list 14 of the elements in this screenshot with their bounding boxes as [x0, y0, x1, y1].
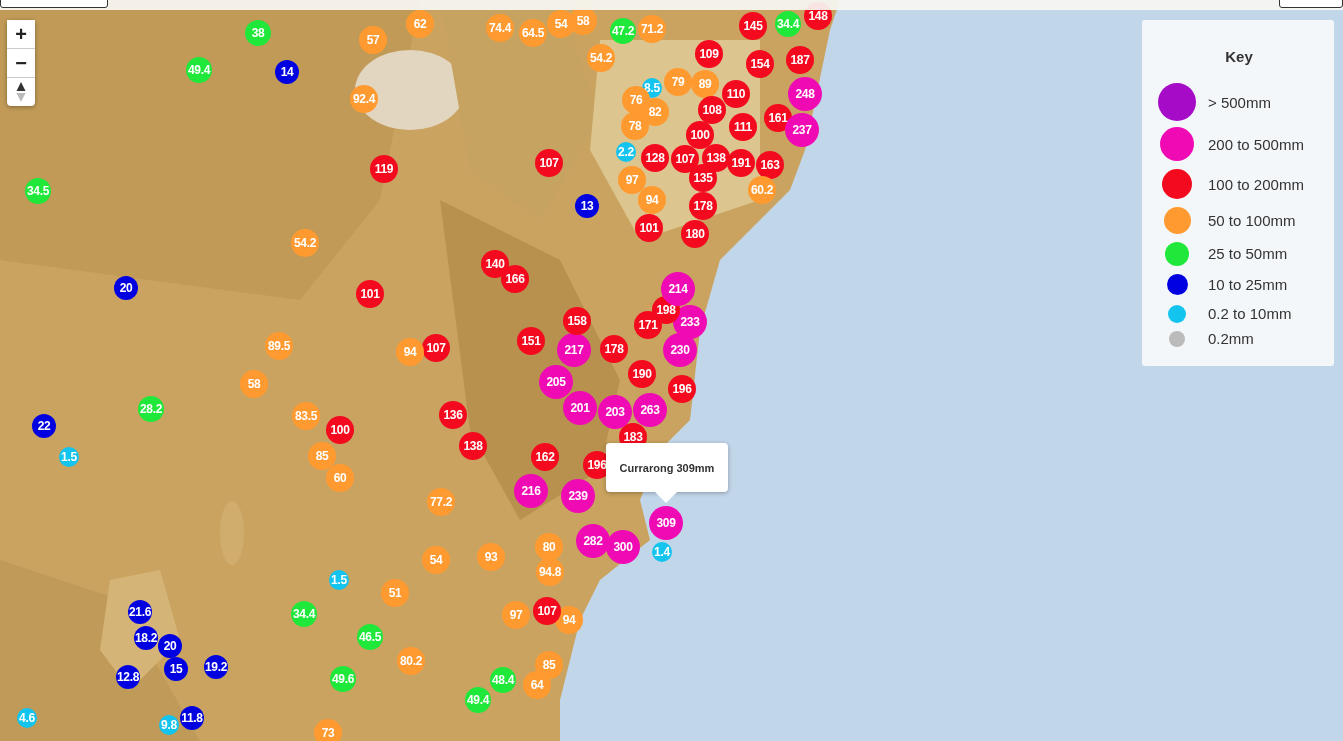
- zoom-out-button[interactable]: −: [7, 49, 35, 78]
- zoom-in-button[interactable]: +: [7, 20, 35, 49]
- legend-title: Key: [1224, 48, 1254, 65]
- legend-label: 25 to 50mm: [1208, 245, 1288, 262]
- legend-label: 200 to 500mm: [1208, 135, 1304, 153]
- legend-label: 10 to 25mm: [1208, 276, 1288, 293]
- legend-label: 100 to 200mm: [1208, 175, 1304, 193]
- map-tooltip: Currarong 309mm: [606, 443, 728, 492]
- tooltip-pointer: [654, 491, 678, 503]
- legend-label: 0.2 to 10mm: [1208, 305, 1292, 322]
- compass-icon[interactable]: [16, 81, 26, 103]
- legend-label: 0.2mm: [1208, 330, 1254, 347]
- legend-label: 50 to 100mm: [1208, 211, 1296, 229]
- legend-label: > 500mm: [1208, 93, 1271, 111]
